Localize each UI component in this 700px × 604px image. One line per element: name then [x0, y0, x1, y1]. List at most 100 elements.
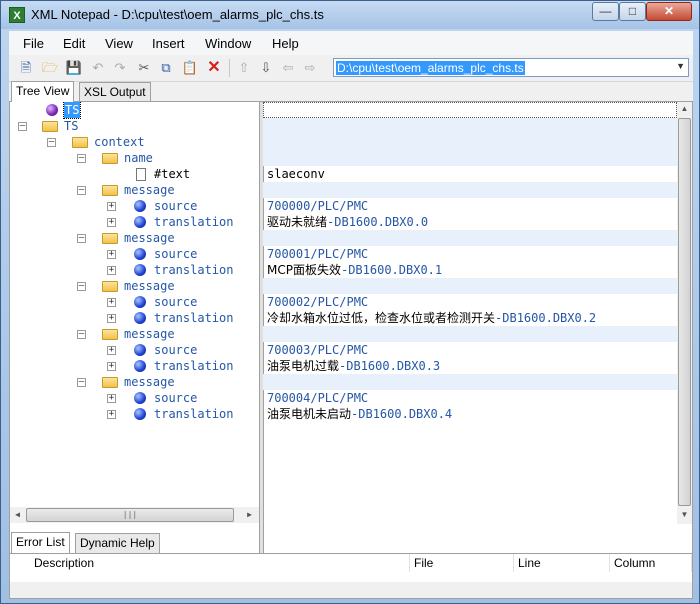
menu-window[interactable]: Window: [205, 36, 251, 51]
collapse-icon[interactable]: –: [77, 154, 86, 163]
column-file[interactable]: File: [410, 554, 514, 572]
value-cell[interactable]: 700000/PLC/PMC: [267, 198, 368, 214]
collapse-icon[interactable]: –: [47, 138, 56, 147]
tab-dynamic-help[interactable]: Dynamic Help: [75, 533, 160, 553]
tree-node[interactable]: + translation: [10, 358, 259, 374]
open-folder-icon[interactable]: 🗁: [41, 59, 59, 77]
tab-error-list[interactable]: Error List: [11, 532, 70, 553]
scroll-left-icon[interactable]: ◀: [10, 510, 25, 519]
column-description[interactable]: Description: [10, 554, 410, 572]
nudge-up-icon[interactable]: ⇧: [235, 59, 253, 77]
error-list-scrollbar[interactable]: [10, 582, 692, 598]
expand-icon[interactable]: +: [107, 314, 116, 323]
tree-node[interactable]: – message: [10, 182, 259, 198]
tree-node[interactable]: + source: [10, 294, 259, 310]
translation-text: 驱动未就绪: [267, 215, 328, 229]
value-cell[interactable]: 700003/PLC/PMC: [267, 342, 368, 358]
scroll-right-icon[interactable]: ▶: [242, 510, 257, 519]
expand-icon[interactable]: +: [107, 266, 116, 275]
tree-node[interactable]: + translation: [10, 214, 259, 230]
paste-icon[interactable]: 📋: [181, 59, 199, 77]
tree-node[interactable]: + translation: [10, 262, 259, 278]
collapse-icon[interactable]: –: [77, 330, 86, 339]
collapse-icon[interactable]: –: [77, 186, 86, 195]
close-button[interactable]: ✕: [646, 2, 692, 21]
expand-icon[interactable]: +: [107, 298, 116, 307]
node-label: message: [124, 327, 175, 341]
tab-xsl-output[interactable]: XSL Output: [79, 82, 151, 102]
value-cell[interactable]: 700001/PLC/PMC: [267, 246, 368, 262]
undo-icon[interactable]: ↶: [89, 59, 107, 77]
scrollbar-thumb[interactable]: |||: [26, 508, 234, 522]
tree-node[interactable]: – message: [10, 230, 259, 246]
expand-icon[interactable]: +: [107, 202, 116, 211]
tree-node[interactable]: + source: [10, 390, 259, 406]
tree-node[interactable]: – name: [10, 150, 259, 166]
value-cell[interactable]: 700004/PLC/PMC: [267, 390, 368, 406]
expand-icon[interactable]: +: [107, 218, 116, 227]
tree-node[interactable]: + translation: [10, 310, 259, 326]
tab-tree-view[interactable]: Tree View: [11, 81, 75, 102]
title-bar[interactable]: X XML Notepad - D:\cpu\test\oem_alarms_p…: [1, 1, 699, 29]
node-values-pane[interactable]: slaeconv 700000/PLC/PMC 驱动未就绪-DB1600.DBX…: [263, 102, 677, 524]
collapse-icon[interactable]: –: [77, 282, 86, 291]
vertical-scrollbar[interactable]: ▲ ▼: [677, 102, 692, 524]
tree-node[interactable]: – message: [10, 278, 259, 294]
value-cell[interactable]: 驱动未就绪-DB1600.DBX0.0: [267, 214, 428, 230]
tree-node[interactable]: – message: [10, 374, 259, 390]
tree-node[interactable]: – TS: [10, 118, 259, 134]
menu-view[interactable]: View: [105, 36, 133, 51]
tree-node[interactable]: – message: [10, 326, 259, 342]
minimize-button[interactable]: —: [592, 2, 619, 21]
expand-icon[interactable]: +: [107, 394, 116, 403]
expand-icon[interactable]: +: [107, 362, 116, 371]
location-combobox[interactable]: D:\cpu\test\oem_alarms_plc_chs.ts ▼: [333, 58, 689, 77]
tree-node[interactable]: TS: [10, 102, 259, 119]
xml-tree[interactable]: TS – TS – context – name #text – message…: [10, 102, 259, 524]
cut-icon[interactable]: ✂: [135, 59, 153, 77]
tree-node[interactable]: #text: [10, 166, 259, 182]
copy-icon[interactable]: ⧉: [157, 59, 175, 77]
expand-icon[interactable]: +: [107, 250, 116, 259]
collapse-icon[interactable]: –: [18, 122, 27, 131]
translation-code: -DB1600.DBX0.4: [351, 407, 453, 421]
delete-icon[interactable]: ✕: [205, 59, 223, 77]
folder-icon: [72, 137, 88, 148]
column-column[interactable]: Column: [610, 554, 692, 572]
value-cell[interactable]: 油泵电机未启动-DB1600.DBX0.4: [267, 406, 452, 422]
nudge-down-icon[interactable]: ⇩: [257, 59, 275, 77]
tree-node[interactable]: + translation: [10, 406, 259, 422]
menu-help[interactable]: Help: [272, 36, 299, 51]
location-path[interactable]: D:\cpu\test\oem_alarms_plc_chs.ts: [336, 61, 525, 75]
tree-horizontal-scrollbar[interactable]: ◀ ||| ▶: [10, 507, 259, 523]
tree-node[interactable]: – context: [10, 134, 259, 150]
element-icon: [134, 216, 146, 228]
value-cell[interactable]: 冷却水箱水位过低，检查水位或者检测开关-DB1600.DBX0.2: [267, 310, 596, 326]
menu-file[interactable]: File: [23, 36, 44, 51]
value-cell[interactable]: 油泵电机过载-DB1600.DBX0.3: [267, 358, 440, 374]
chevron-down-icon[interactable]: ▼: [676, 61, 685, 71]
tree-node[interactable]: + source: [10, 198, 259, 214]
tree-node[interactable]: + source: [10, 342, 259, 358]
menu-insert[interactable]: Insert: [152, 36, 185, 51]
save-icon[interactable]: 💾: [65, 59, 83, 77]
menu-edit[interactable]: Edit: [63, 36, 85, 51]
value-cell-selected[interactable]: [263, 102, 677, 118]
new-file-icon[interactable]: 🗎: [17, 59, 35, 77]
redo-icon[interactable]: ↷: [111, 59, 129, 77]
collapse-icon[interactable]: –: [77, 378, 86, 387]
scroll-down-icon[interactable]: ▼: [677, 510, 692, 519]
value-cell[interactable]: MCP面板失效-DB1600.DBX0.1: [267, 262, 442, 278]
nudge-left-icon[interactable]: ⇦: [279, 59, 297, 77]
scroll-up-icon[interactable]: ▲: [677, 104, 692, 113]
tree-node[interactable]: + source: [10, 246, 259, 262]
value-cell[interactable]: 700002/PLC/PMC: [267, 294, 368, 310]
expand-icon[interactable]: +: [107, 410, 116, 419]
expand-icon[interactable]: +: [107, 346, 116, 355]
value-cell[interactable]: slaeconv: [267, 166, 325, 182]
collapse-icon[interactable]: –: [77, 234, 86, 243]
column-line[interactable]: Line: [514, 554, 610, 572]
scrollbar-thumb[interactable]: [678, 118, 691, 506]
maximize-button[interactable]: □: [619, 2, 646, 21]
nudge-right-icon[interactable]: ⇨: [301, 59, 319, 77]
